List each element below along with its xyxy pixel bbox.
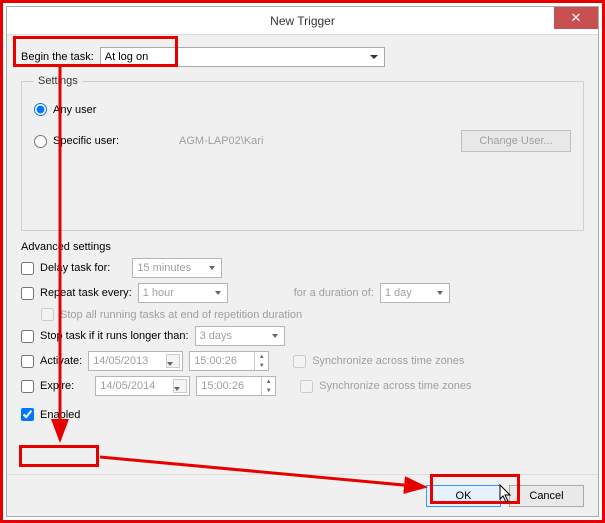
window-title: New Trigger [270, 14, 335, 28]
delay-task-combo[interactable]: 15 minutes [132, 258, 222, 278]
stop-all-checkbox [41, 308, 54, 321]
stop-all-label: Stop all running tasks at end of repetit… [60, 309, 302, 321]
specific-user-label: Specific user: [53, 135, 119, 147]
delay-task-checkbox[interactable] [21, 262, 34, 275]
repeat-task-label: Repeat task every: [40, 287, 132, 299]
duration-combo[interactable]: 1 day [380, 283, 450, 303]
stop-if-checkbox[interactable] [21, 330, 34, 343]
close-icon: ✕ [571, 10, 582, 26]
dialog-window: New Trigger ✕ Begin the task: At log on … [6, 6, 599, 517]
any-user-label: Any user [53, 104, 96, 116]
expire-checkbox[interactable] [21, 380, 34, 393]
close-button[interactable]: ✕ [554, 7, 598, 29]
activate-sync-checkbox [293, 355, 306, 368]
expire-sync-checkbox [300, 380, 313, 393]
spinner-icon: ▲▼ [254, 352, 268, 370]
dialog-content: Begin the task: At log on Settings Any u… [7, 35, 598, 474]
repeat-task-combo[interactable]: 1 hour [138, 283, 228, 303]
begin-task-select[interactable]: At log on [100, 47, 385, 67]
ok-button[interactable]: OK [426, 485, 501, 507]
expire-sync-label: Synchronize across time zones [319, 380, 471, 392]
spinner-icon: ▲▼ [261, 377, 275, 395]
activate-label: Activate: [40, 355, 82, 367]
specific-user-radio[interactable] [34, 135, 47, 148]
calendar-icon [173, 379, 187, 393]
change-user-button[interactable]: Change User... [461, 130, 571, 152]
activate-checkbox[interactable] [21, 355, 34, 368]
expire-time[interactable]: 15:00:26▲▼ [196, 376, 276, 396]
enabled-label: Enabled [40, 409, 80, 421]
cancel-button[interactable]: Cancel [509, 485, 584, 507]
delay-task-label: Delay task for: [40, 262, 110, 274]
duration-label: for a duration of: [294, 287, 374, 299]
begin-task-label: Begin the task: [21, 51, 94, 63]
any-user-radio[interactable] [34, 103, 47, 116]
activate-time[interactable]: 15:00:26▲▼ [189, 351, 269, 371]
calendar-icon [166, 354, 180, 368]
enabled-checkbox[interactable] [21, 408, 34, 421]
titlebar: New Trigger ✕ [7, 7, 598, 35]
specific-user-value: AGM-LAP02\Kari [179, 135, 263, 147]
advanced-heading: Advanced settings [21, 241, 584, 253]
stop-if-combo[interactable]: 3 days [195, 326, 285, 346]
activate-date[interactable]: 14/05/2013 [88, 351, 183, 371]
settings-legend: Settings [34, 75, 82, 87]
repeat-task-checkbox[interactable] [21, 287, 34, 300]
expire-label: Expire: [40, 380, 74, 392]
stop-if-label: Stop task if it runs longer than: [40, 330, 189, 342]
expire-date[interactable]: 14/05/2014 [95, 376, 190, 396]
dialog-footer: OK Cancel [7, 474, 598, 516]
settings-group: Settings Any user Specific user: AGM-LAP… [21, 75, 584, 231]
activate-sync-label: Synchronize across time zones [312, 355, 464, 367]
begin-task-value: At log on [105, 51, 148, 63]
